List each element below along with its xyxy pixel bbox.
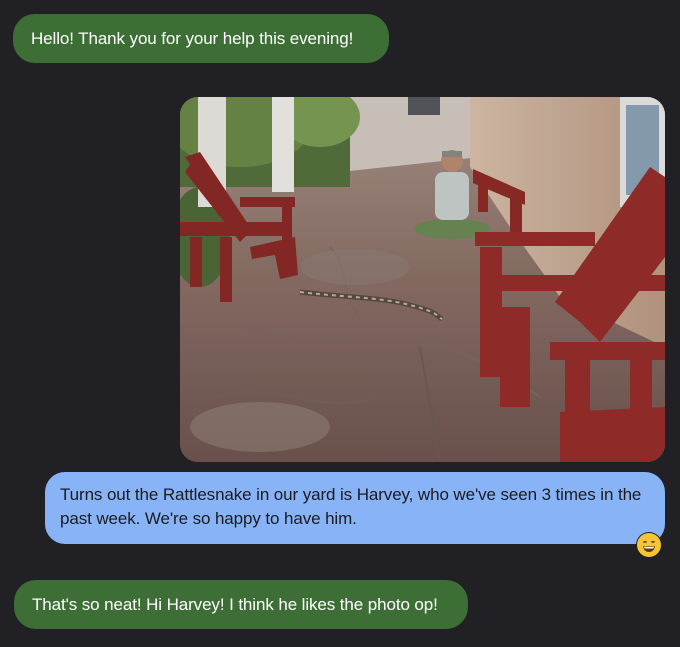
incoming-message-bubble[interactable]: That's so neat! Hi Harvey! I think he li… [14,580,468,629]
message-text: Hello! Thank you for your help this even… [31,28,354,48]
grinning-face-emoji-icon[interactable] [637,533,661,557]
outgoing-message-bubble[interactable]: Turns out the Rattlesnake in our yard is… [45,472,665,544]
message-text: That's so neat! Hi Harvey! I think he li… [32,594,438,614]
photo-attachment[interactable] [180,97,665,462]
message-text: Turns out the Rattlesnake in our yard is… [60,485,642,528]
incoming-message-bubble[interactable]: Hello! Thank you for your help this even… [13,14,389,63]
patio-photo-image [180,97,665,462]
